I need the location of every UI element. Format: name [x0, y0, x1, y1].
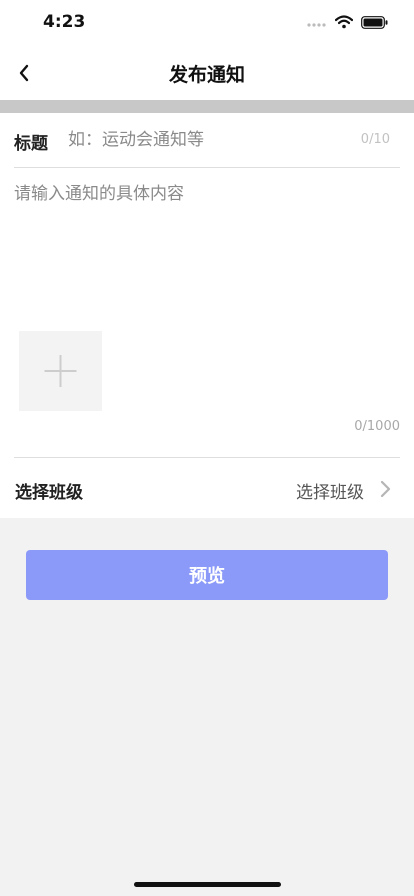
page-title: 发布通知: [168, 64, 245, 86]
cellular-signal-icon: [307, 14, 327, 33]
content-char-count: 0/1000: [354, 419, 400, 434]
title-label: 标题: [14, 134, 48, 154]
content-textarea[interactable]: [14, 179, 400, 319]
notice-form: 标题 0/10 0/1000 选择班级 选择班级: [0, 113, 414, 518]
navigation-bar: 发布通知: [0, 46, 414, 100]
title-row: 标题 0/10: [0, 113, 414, 167]
plus-icon: [19, 355, 102, 415]
select-class-label: 选择班级: [15, 483, 83, 503]
add-image-button[interactable]: [19, 331, 102, 411]
section-divider: [0, 100, 414, 113]
battery-icon: [361, 14, 388, 33]
preview-button[interactable]: 预览: [26, 550, 388, 600]
select-class-value: 选择班级: [296, 483, 364, 503]
status-bar: 4:23: [0, 0, 414, 46]
wifi-icon: [334, 14, 354, 33]
title-input[interactable]: [68, 125, 348, 155]
status-indicators: [307, 14, 388, 32]
chevron-right-icon: [378, 480, 392, 498]
title-char-count: 0/10: [360, 132, 390, 147]
home-indicator: [134, 882, 281, 887]
select-class-row[interactable]: 选择班级 选择班级: [0, 458, 414, 518]
divider: [14, 167, 400, 168]
status-time: 4:23: [43, 12, 86, 32]
